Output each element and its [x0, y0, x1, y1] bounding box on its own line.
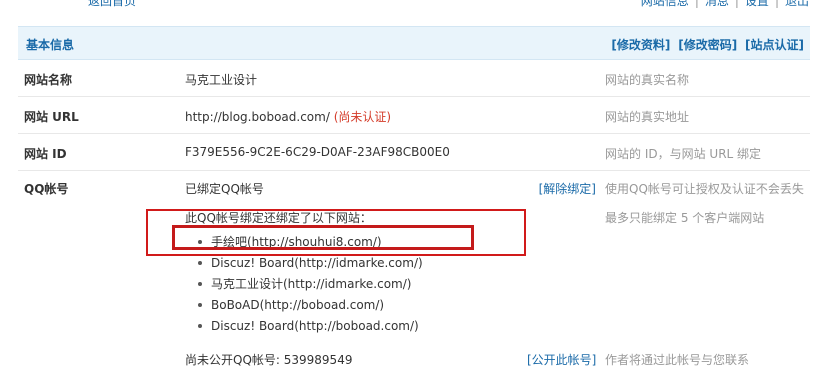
site-url-text[interactable]: http://blog.boboad.com/ — [185, 110, 330, 124]
row-value: http://blog.boboad.com/ (尚未认证) — [185, 108, 391, 125]
top-nav-link-messages[interactable]: 消息 — [705, 0, 729, 8]
list-item: 马克工业设计(http://idmarke.com/) — [185, 276, 423, 297]
change-password-link[interactable]: [修改密码] — [678, 38, 737, 52]
row-label: 网站 ID — [24, 147, 67, 161]
row-hint: 网站的真实地址 — [605, 110, 690, 124]
row-value: F379E556-9C2E-6C29-D0AF-23AF98CB00E0 — [185, 145, 450, 159]
unbind-qq-link[interactable]: [解除绑定] — [539, 180, 596, 197]
top-nav-link-logout[interactable]: 退出 — [785, 0, 809, 8]
unverified-status: (尚未认证) — [333, 110, 392, 124]
bound-site: Discuz! Board(http://boboad.com/) — [211, 319, 419, 333]
top-nav-fragment: 返回首页 网站信息 | 消息 | 设置 | 退出 — [0, 0, 817, 8]
row-hint: 网站的真实名称 — [605, 73, 690, 87]
row-label: 网站名称 — [24, 73, 73, 87]
row-label: 网站 URL — [24, 110, 79, 124]
header-links: [修改资料] [修改密码] [站点认证] — [607, 36, 804, 53]
list-item: Discuz! Board(http://boboad.com/) — [185, 318, 423, 339]
row-label: QQ帐号 — [24, 182, 69, 196]
bullet-icon — [198, 281, 202, 286]
row-site-id: 网站 ID F379E556-9C2E-6C29-D0AF-23AF98CB00… — [18, 134, 810, 171]
top-nav-right-links: 网站信息 | 消息 | 设置 | 退出 — [641, 0, 809, 8]
row-hint: 使用QQ帐号可让授权及认证不会丢失 — [605, 182, 804, 196]
bullet-icon — [198, 302, 202, 307]
site-verify-link[interactable]: [站点认证] — [745, 38, 804, 52]
annotation-box-inner — [172, 225, 474, 250]
publish-qq-link[interactable]: [公开此帐号] — [527, 351, 596, 368]
top-nav-left-link[interactable]: 返回首页 — [88, 0, 136, 8]
section-title: 基本信息 — [26, 38, 75, 52]
bound-site: Discuz! Board(http://idmarke.com/) — [211, 256, 423, 270]
bound-sites-hint: 最多只能绑定 5 个客户端网站 — [605, 211, 765, 225]
qq-public-status: 尚未公开QQ帐号: 539989549 — [185, 353, 353, 367]
row-site-url: 网站 URL http://blog.boboad.com/ (尚未认证) 网站… — [18, 97, 810, 134]
qq-public-hint: 作者将通过此帐号与您联系 — [605, 353, 750, 367]
top-nav-link-site-info[interactable]: 网站信息 — [641, 0, 689, 8]
bound-site: 马克工业设计(http://idmarke.com/) — [211, 277, 412, 291]
basic-info-panel: 基本信息 [修改资料] [修改密码] [站点认证] — [18, 26, 810, 60]
edit-profile-link[interactable]: [修改资料] — [611, 38, 670, 52]
row-value: 已绑定QQ帐号 — [185, 182, 264, 196]
bound-site: BoBoAD(http://boboad.com/) — [211, 298, 385, 312]
row-site-name: 网站名称 马克工业设计 网站的真实名称 — [18, 60, 810, 97]
row-hint: 网站的 ID，与网站 URL 绑定 — [605, 147, 762, 161]
bullet-icon — [198, 323, 202, 328]
bullet-icon — [198, 260, 202, 265]
list-item: BoBoAD(http://boboad.com/) — [185, 297, 423, 318]
list-item: Discuz! Board(http://idmarke.com/) — [185, 255, 423, 276]
section-header: 基本信息 [修改资料] [修改密码] [站点认证] — [18, 26, 810, 60]
top-nav-link-settings[interactable]: 设置 — [745, 0, 769, 8]
row-value: 马克工业设计 — [185, 73, 258, 87]
